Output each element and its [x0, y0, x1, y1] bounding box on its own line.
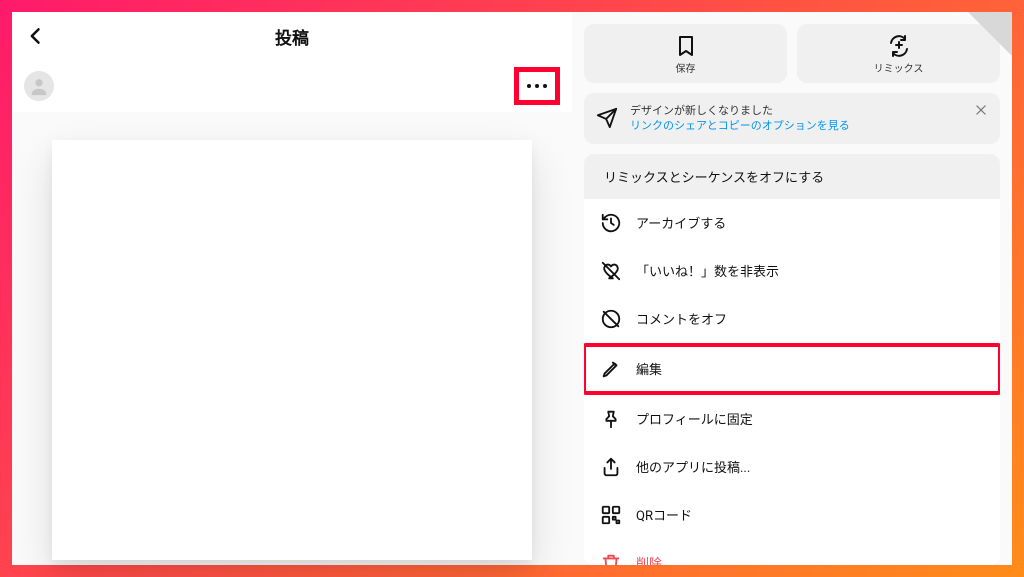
menu-remix-off[interactable]: リミックスとシーケンスをオフにする	[584, 154, 1000, 199]
more-options-icon[interactable]	[527, 84, 547, 88]
history-icon	[600, 212, 622, 234]
trash-icon	[600, 552, 622, 565]
menu-comments-off[interactable]: コメントをオフ	[584, 295, 1000, 343]
menu-pin[interactable]: プロフィールに固定	[584, 395, 1000, 443]
remix-label: リミックス	[874, 60, 924, 75]
share-icon	[600, 456, 622, 478]
post-preview-pane: 投稿	[12, 12, 572, 565]
save-button[interactable]: 保存	[584, 24, 787, 83]
options-menu: リミックスとシーケンスをオフにする アーカイブする 「いいね！」数を非表示 コメ…	[584, 154, 1000, 565]
close-icon[interactable]	[974, 103, 988, 117]
menu-delete[interactable]: 削除	[584, 539, 1000, 565]
bookmark-icon	[674, 34, 698, 58]
comment-off-icon	[600, 308, 622, 330]
info-text-line1: デザインが新しくなりました	[630, 103, 988, 118]
qr-icon	[600, 504, 622, 526]
edit-highlight: 編集	[584, 343, 1000, 395]
heart-off-icon	[600, 260, 622, 282]
more-options-highlight	[514, 67, 560, 105]
pin-icon	[600, 408, 622, 430]
page-title: 投稿	[275, 24, 309, 49]
menu-post-other-app[interactable]: 他のアプリに投稿...	[584, 443, 1000, 491]
send-icon	[596, 107, 618, 129]
avatar[interactable]	[24, 71, 54, 101]
menu-qr-code[interactable]: QRコード	[584, 491, 1000, 539]
save-label: 保存	[676, 60, 696, 75]
menu-hide-likes[interactable]: 「いいね！」数を非表示	[584, 247, 1000, 295]
info-link[interactable]: リンクのシェアとコピーのオプションを見る	[630, 118, 988, 133]
menu-edit[interactable]: 編集	[586, 347, 998, 391]
menu-archive[interactable]: アーカイブする	[584, 199, 1000, 247]
design-info-card: デザインが新しくなりました リンクのシェアとコピーのオプションを見る	[584, 93, 1000, 144]
remix-icon	[887, 34, 911, 58]
pencil-icon	[600, 358, 622, 380]
options-sheet: 保存 リミックス デザインが新しくなりました リンクのシェアとコピーのオプション…	[572, 12, 1012, 565]
back-icon[interactable]	[26, 26, 46, 46]
post-image-placeholder	[52, 140, 532, 560]
